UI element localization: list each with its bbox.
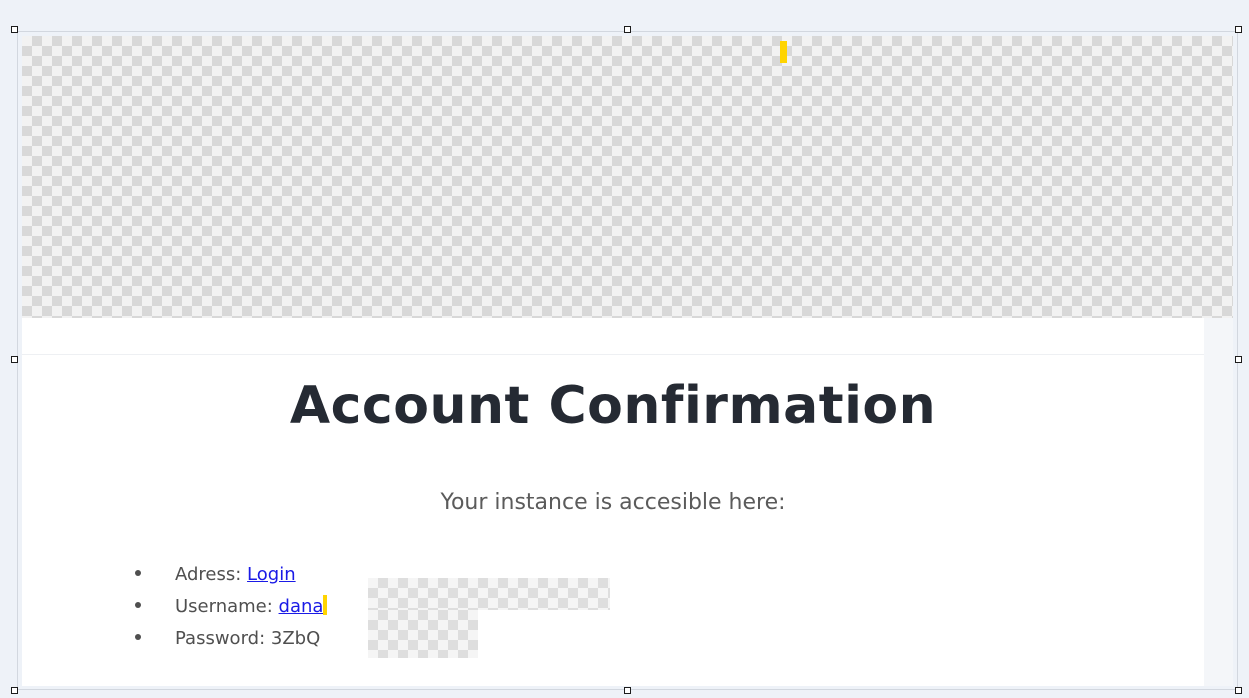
bullet-icon (135, 602, 141, 608)
list-item-password: Password: 3ZbQ (135, 626, 327, 658)
username-link[interactable]: dana (279, 596, 324, 617)
username-label: Username: (175, 596, 279, 617)
login-link[interactable]: Login (247, 564, 296, 585)
text-cursor-marker (780, 41, 787, 63)
address-label: Adress: (175, 564, 248, 585)
bullet-icon (135, 570, 141, 576)
email-title: Account Confirmation (289, 376, 937, 436)
block-side-strip (1204, 318, 1233, 686)
password-label: Password: (175, 628, 271, 649)
bullet-icon (135, 634, 141, 640)
redacted-password-area (368, 610, 478, 658)
header-image-placeholder[interactable] (22, 36, 1233, 318)
email-subtitle: Your instance is accesible here: (440, 490, 786, 515)
redacted-username-area (368, 578, 610, 610)
resize-handle-top-right[interactable] (1235, 26, 1242, 33)
password-value: 3ZbQ (270, 628, 321, 649)
account-details-list: Adress: Login Username: dana Password: 3… (135, 562, 328, 658)
resize-handle-top-left[interactable] (11, 26, 18, 33)
list-item-username: Username: dana (135, 594, 328, 626)
resize-handle-bottom-right[interactable] (1235, 687, 1242, 694)
resize-handle-right[interactable] (1235, 356, 1242, 363)
resize-handle-top[interactable] (624, 26, 631, 33)
resize-handle-left[interactable] (11, 356, 18, 363)
text-cursor-icon (323, 595, 328, 615)
block-divider (22, 354, 1204, 355)
resize-handle-bottom[interactable] (624, 687, 631, 694)
list-item-address: Adress: Login (135, 562, 327, 594)
resize-handle-bottom-left[interactable] (11, 687, 18, 694)
